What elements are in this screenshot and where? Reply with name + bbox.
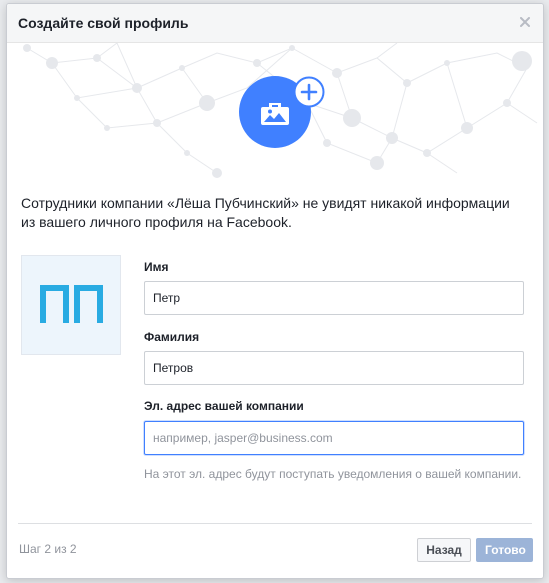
avatar bbox=[21, 255, 121, 355]
email-hint: На этот эл. адрес будут поступать уведом… bbox=[144, 467, 522, 481]
last-name-label: Фамилия bbox=[144, 330, 200, 344]
dialog-header: Создайте свой профиль bbox=[7, 4, 543, 43]
first-name-label: Имя bbox=[144, 260, 169, 274]
avatar-initials bbox=[40, 285, 103, 323]
step-indicator: Шаг 2 из 2 bbox=[19, 542, 77, 556]
last-name-input[interactable] bbox=[144, 351, 524, 385]
dialog-title: Создайте свой профиль bbox=[18, 15, 189, 31]
done-button[interactable]: Готово bbox=[476, 538, 533, 562]
profile-dialog: Создайте свой профиль Сотрудники компани… bbox=[6, 3, 544, 579]
close-button[interactable] bbox=[516, 13, 534, 31]
email-input[interactable] bbox=[144, 421, 524, 455]
first-name-input[interactable] bbox=[144, 281, 524, 315]
email-label: Эл. адрес вашей компании bbox=[144, 399, 304, 413]
plus-icon bbox=[293, 76, 325, 108]
footer-divider bbox=[18, 523, 532, 524]
back-button[interactable]: Назад bbox=[417, 538, 471, 562]
dialog-footer: Шаг 2 из 2 Назад Готово bbox=[7, 523, 543, 578]
close-icon bbox=[520, 17, 530, 27]
intro-text: Сотрудники компании «Лёша Пубчинский» не… bbox=[21, 195, 510, 230]
